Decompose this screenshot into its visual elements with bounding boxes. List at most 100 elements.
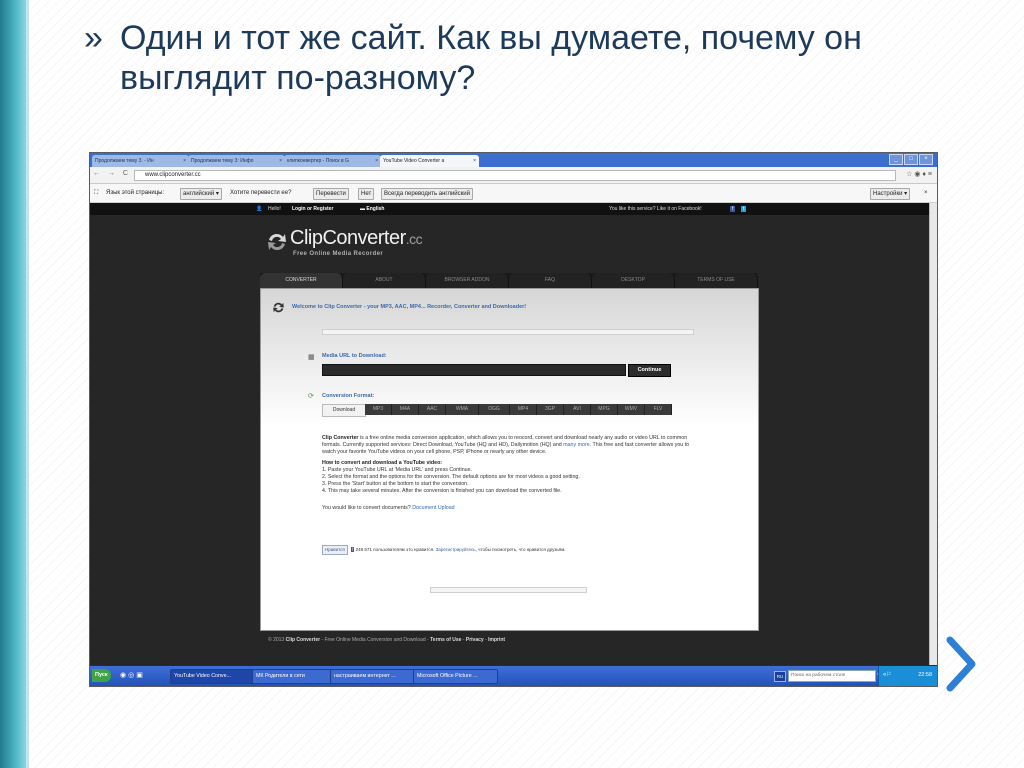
always-translate-button[interactable]: Всегда переводить английский (381, 188, 473, 200)
media-url-label: Media URL to Download: (322, 353, 387, 359)
tab-close-icon[interactable]: × (375, 155, 378, 167)
facebook-like-prompt[interactable]: You like this service? Like it on Facebo… (609, 206, 702, 212)
desc-brand: Clip Converter (322, 435, 359, 441)
howto-step: 4. This may take several minutes. After … (322, 488, 562, 494)
user-icon: 👤 (256, 206, 263, 212)
menu-terms[interactable]: TERMS OF USE (675, 273, 758, 288)
menu-desktop[interactable]: DESKTOP (592, 273, 675, 288)
format-wma[interactable]: WMA (446, 404, 479, 415)
format-ogg[interactable]: OGG (479, 404, 510, 415)
browser-tab[interactable]: Продолжаем тему 3. - Ин × (92, 155, 189, 167)
site-footer: © 2013 Clip Converter - Free Online Medi… (268, 637, 506, 643)
footer-privacy-link[interactable]: Privacy (466, 637, 484, 643)
tab-label: Продолжаем тему 3: Инфо (191, 158, 254, 164)
address-bar-row: ← → C www.clipconverter.cc ☆ ◉ ♦ ≡ (90, 167, 937, 184)
browser-tab[interactable]: Продолжаем тему 3: Инфо × (188, 155, 285, 167)
document-upload-link[interactable]: Document Upload (412, 505, 454, 511)
tab-close-icon[interactable]: × (183, 155, 186, 167)
register-link[interactable]: Зарегистрируйтесь, (436, 547, 477, 552)
facebook-small-icon: f (351, 547, 355, 552)
many-more-link[interactable]: many more (563, 442, 590, 448)
taskbar-item[interactable]: МК Родители в сети (252, 669, 332, 684)
desktop-search-input[interactable]: Поиск на рабочем столе (788, 670, 876, 682)
taskbar-item[interactable]: Microsoft Office Picture ... (413, 669, 498, 684)
menu-about[interactable]: ABOUT (343, 273, 426, 288)
footer-brand: Clip Converter (285, 637, 321, 643)
translate-close-icon[interactable]: × (924, 188, 928, 198)
close-window-button[interactable]: × (919, 154, 933, 165)
translate-button[interactable]: Перевести (313, 188, 349, 200)
clock: 22:58 (918, 672, 932, 678)
language-indicator[interactable]: RU (774, 671, 786, 682)
format-mpg[interactable]: MPG (591, 404, 618, 415)
slide-bullet: » (84, 19, 103, 57)
window-controls: _ □ × (888, 154, 933, 165)
description: Clip Converter is a free online media co… (322, 435, 694, 512)
continue-button[interactable]: Continue (628, 364, 671, 377)
media-url-input[interactable] (322, 364, 626, 376)
taskbar-item[interactable]: настраиваем интернет ... (330, 669, 415, 684)
logo-tagline: Free Online Media Recorder (293, 251, 384, 257)
format-avi[interactable]: AVI (564, 404, 591, 415)
tab-label: клипконвертер - Поиск в G (287, 158, 349, 164)
menu-browser-addon[interactable]: BROWSER ADDON (426, 273, 509, 288)
conversion-format-label: Conversion Format: (322, 393, 375, 399)
tab-close-icon[interactable]: × (279, 155, 282, 167)
howto-title: How to convert and download a YouTube vi… (322, 460, 443, 466)
format-wmv[interactable]: WMV (618, 404, 645, 415)
facebook-like-button[interactable]: Нравится (322, 545, 348, 555)
minimize-button[interactable]: _ (889, 154, 903, 165)
next-slide-chevron-icon[interactable] (942, 636, 978, 692)
format-3gp[interactable]: 3GP (537, 404, 564, 415)
film-icon: ▦ (308, 354, 315, 361)
nav-buttons[interactable]: ← → C (93, 170, 131, 177)
logo-text: ClipConverter.cc (290, 227, 423, 250)
menu-faq[interactable]: FAQ (509, 273, 592, 288)
no-button[interactable]: Нет (358, 188, 375, 200)
page-scrollbar[interactable] (929, 203, 937, 665)
browser-tab-active[interactable]: YouTube Video Converter a × (380, 155, 479, 167)
footer-imprint-link[interactable]: Imprint (488, 637, 505, 643)
logo-arrows-icon (268, 233, 286, 251)
login-link[interactable]: Login or Register (292, 206, 333, 212)
logo-name: ClipConverter (290, 227, 406, 249)
converter-icon (273, 302, 284, 313)
facebook-icon[interactable]: f (730, 206, 736, 212)
language-label: English (366, 206, 385, 212)
logo-suffix: .cc (405, 231, 423, 247)
refresh-icon: ⟳ (308, 393, 314, 400)
windows-taskbar: Пуск ◉◎▣ YouTube Video Conve... МК Родит… (90, 666, 937, 686)
menu-converter[interactable]: CONVERTER (260, 273, 343, 288)
url-input[interactable]: www.clipconverter.cc (134, 170, 896, 181)
system-tray: «⚐ 22:58 (878, 666, 937, 686)
start-button[interactable]: Пуск (92, 669, 111, 682)
language-select[interactable]: английский ▾ (180, 188, 222, 200)
howto-step: 1. Paste your YouTube URL at 'Media URL'… (322, 467, 473, 473)
translate-icon: ⛶ (94, 190, 99, 196)
language-link[interactable]: ▬ English (360, 206, 384, 212)
tray-icons[interactable]: «⚐ (883, 671, 892, 678)
format-download[interactable]: Download (322, 404, 366, 417)
format-mp3[interactable]: MP3 (365, 404, 392, 415)
translate-settings-button[interactable]: Настройки ▾ (870, 188, 911, 200)
format-mp4[interactable]: MP4 (510, 404, 537, 415)
format-m4a[interactable]: M4A (392, 404, 419, 415)
tab-label: Продолжаем тему 3. - Ин (95, 158, 154, 164)
site-menu: CONVERTER ABOUT BROWSER ADDON FAQ DESKTO… (260, 273, 758, 288)
tab-close-icon[interactable]: × (473, 155, 476, 167)
quick-launch-icons[interactable]: ◉◎▣ (120, 671, 145, 679)
footer-desc: - Free Online Media Conversion and Downl… (320, 637, 431, 643)
hello-text: Hello! (268, 206, 281, 212)
browser-tab[interactable]: клипконвертер - Поиск в G × (284, 155, 381, 167)
browser-toolbar-icons[interactable]: ☆ ◉ ♦ ≡ (906, 170, 932, 178)
welcome-text: Welcome to Clip Converter - your MP3, AA… (292, 304, 527, 310)
status-bar (322, 329, 694, 335)
taskbar-item[interactable]: YouTube Video Conve... (170, 669, 255, 684)
footer-terms-link[interactable]: Terms of Use (430, 637, 461, 643)
maximize-button[interactable]: □ (904, 154, 918, 165)
format-flv[interactable]: FLV (645, 404, 672, 415)
tab-label: YouTube Video Converter a (383, 158, 445, 164)
format-aac[interactable]: AAC (419, 404, 446, 415)
translate-question: Хотите перевести ее? (230, 190, 292, 196)
twitter-icon[interactable]: t (741, 206, 747, 212)
